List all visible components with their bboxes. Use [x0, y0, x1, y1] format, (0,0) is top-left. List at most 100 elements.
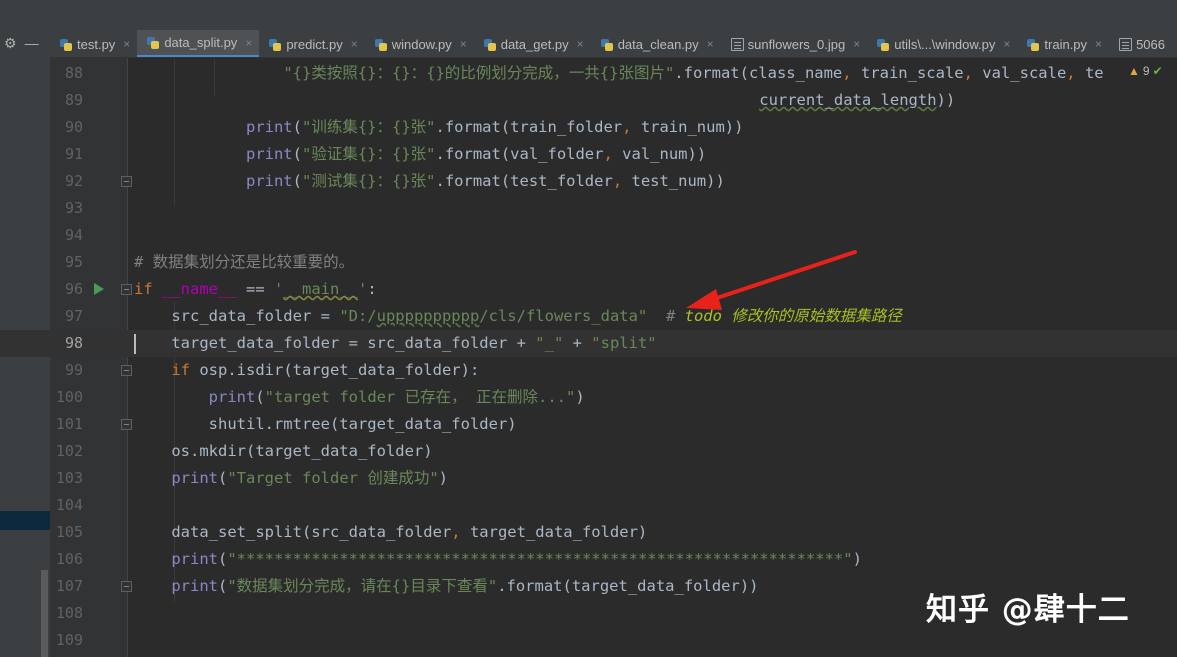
code-text[interactable]: if __name__ == '__main__':: [134, 276, 377, 303]
inspection-widget[interactable]: ▲ 9 ✔: [1128, 64, 1163, 78]
project-toolbar: ⚙ —: [0, 30, 50, 56]
code-text[interactable]: print("Target folder 创建成功"): [134, 465, 448, 492]
gear-icon[interactable]: ⚙: [4, 35, 17, 52]
code-line-100[interactable]: 100 print("target folder 已存在， 正在删除..."): [0, 384, 1177, 411]
line-number: 102: [55, 442, 83, 460]
code-text[interactable]: current_data_length)): [134, 87, 955, 114]
tab-5066[interactable]: 5066: [1109, 30, 1172, 57]
line-number: 93: [64, 199, 83, 217]
tab-label: test.py: [77, 36, 116, 52]
tab-data-clean-py[interactable]: data_clean.py ×: [591, 30, 721, 57]
code-line-96[interactable]: 96 if __name__ == '__main__':: [0, 276, 1177, 303]
python-file-icon: [600, 38, 614, 51]
close-icon[interactable]: ×: [1095, 37, 1102, 51]
code-text[interactable]: data_set_split(src_data_folder, target_d…: [134, 519, 647, 546]
code-line-90[interactable]: 90 print("训练集{}：{}张".format(train_folder…: [0, 114, 1177, 141]
line-number: 94: [64, 226, 83, 244]
line-number: 99: [64, 361, 83, 379]
line-number: 101: [55, 415, 83, 433]
code-text[interactable]: shutil.rmtree(target_data_folder): [134, 411, 517, 438]
close-icon[interactable]: ×: [853, 37, 860, 51]
tab-utils-window-py[interactable]: utils\...\window.py ×: [867, 30, 1017, 57]
code-text[interactable]: print("验证集{}：{}张".format(val_folder, val…: [134, 141, 706, 168]
code-text[interactable]: print("数据集划分完成，请在{}目录下查看".format(target_…: [134, 573, 758, 600]
code-text[interactable]: if osp.isdir(target_data_folder):: [134, 357, 479, 384]
code-line-91[interactable]: 91 print("验证集{}：{}张".format(val_folder, …: [0, 141, 1177, 168]
code-text[interactable]: # 数据集划分还是比较重要的。: [134, 249, 354, 276]
line-number: 103: [55, 469, 83, 487]
code-line-97[interactable]: 97 src_data_folder = "D:/upppppppppp/cls…: [0, 303, 1177, 330]
code-line-102[interactable]: 102 os.mkdir(target_data_folder): [0, 438, 1177, 465]
code-line-109[interactable]: 109: [0, 627, 1177, 654]
fold-marker-icon[interactable]: [121, 581, 132, 592]
code-line-104[interactable]: 104: [0, 492, 1177, 519]
image-file-icon: [730, 37, 744, 51]
code-text[interactable]: print("*********************************…: [134, 546, 862, 573]
tab-predict-py[interactable]: predict.py ×: [259, 30, 364, 57]
editor-tab-bar: test.py × data_split.py × predict.py × window.…: [50, 30, 1177, 58]
code-line-94[interactable]: 94: [0, 222, 1177, 249]
code-line-89[interactable]: 89 current_data_length)): [0, 87, 1177, 114]
line-number: 92: [64, 172, 83, 190]
tab-sunflowers-0-jpg[interactable]: sunflowers_0.jpg ×: [721, 30, 868, 57]
tab-label: train.py: [1044, 36, 1088, 52]
line-number: 97: [64, 307, 83, 325]
tab-label: utils\...\window.py: [894, 36, 996, 52]
tab-label: predict.py: [286, 36, 343, 52]
code-text[interactable]: src_data_folder = "D:/upppppppppp/cls/fl…: [134, 303, 901, 330]
line-number: 107: [55, 577, 83, 595]
tab-label: 5066: [1136, 36, 1165, 52]
fold-marker-icon[interactable]: [121, 365, 132, 376]
tab-test-py[interactable]: test.py ×: [50, 30, 137, 57]
line-number: 91: [64, 145, 83, 163]
tab-label: data_split.py: [164, 35, 238, 50]
code-line-101[interactable]: 101 shutil.rmtree(target_data_folder): [0, 411, 1177, 438]
code-line-92[interactable]: 92 print("测试集{}：{}张".format(test_folder,…: [0, 168, 1177, 195]
fold-marker-icon[interactable]: [121, 284, 132, 295]
code-line-105[interactable]: 105 data_set_split(src_data_folder, targ…: [0, 519, 1177, 546]
code-text[interactable]: target_data_folder = src_data_folder + "…: [134, 330, 656, 357]
tab-label: data_clean.py: [617, 36, 699, 52]
code-text[interactable]: print("训练集{}：{}张".format(train_folder, t…: [134, 114, 743, 141]
close-icon[interactable]: ×: [460, 37, 467, 51]
watermark: 知乎 @肆十二: [926, 592, 1130, 628]
code-line-88[interactable]: 88 "{}类按照{}：{}：{}的比例划分完成，一共{}张图片".format…: [0, 60, 1177, 87]
line-number: 98: [64, 334, 83, 352]
line-number: 88: [64, 64, 83, 82]
line-number: 90: [64, 118, 83, 136]
code-line-106[interactable]: 106 print("*****************************…: [0, 546, 1177, 573]
close-icon[interactable]: ×: [351, 37, 358, 51]
text-caret: [134, 334, 136, 354]
line-number: 104: [55, 496, 83, 514]
python-file-icon: [877, 38, 890, 51]
tab-label: sunflowers_0.jpg: [747, 36, 846, 52]
close-icon[interactable]: ×: [707, 37, 714, 51]
code-line-93[interactable]: 93: [0, 195, 1177, 222]
close-icon[interactable]: ×: [1003, 37, 1010, 51]
close-icon[interactable]: ×: [245, 36, 252, 50]
code-text[interactable]: "{}类按照{}：{}：{}的比例划分完成，一共{}张图片".format(cl…: [134, 60, 1103, 87]
minimize-icon[interactable]: —: [25, 35, 39, 51]
line-number: 108: [55, 604, 83, 622]
fold-marker-icon[interactable]: [121, 176, 132, 187]
python-file-icon: [1027, 38, 1040, 51]
code-line-98[interactable]: 98 target_data_folder = src_data_folder …: [0, 330, 1177, 357]
code-text[interactable]: os.mkdir(target_data_folder): [134, 438, 432, 465]
code-text[interactable]: print("target folder 已存在， 正在删除..."): [134, 384, 585, 411]
tab-data-get-py[interactable]: data_get.py ×: [474, 30, 591, 57]
line-number: 95: [64, 253, 83, 271]
code-line-95[interactable]: 95 # 数据集划分还是比较重要的。: [0, 249, 1177, 276]
code-text[interactable]: print("测试集{}：{}张".format(test_folder, te…: [134, 168, 725, 195]
close-icon[interactable]: ×: [123, 37, 130, 51]
run-icon[interactable]: [94, 283, 104, 295]
close-icon[interactable]: ×: [577, 37, 584, 51]
python-file-icon: [483, 38, 497, 51]
python-file-icon: [60, 38, 73, 51]
fold-marker-icon[interactable]: [121, 419, 132, 430]
code-line-103[interactable]: 103 print("Target folder 创建成功"): [0, 465, 1177, 492]
tab-train-py[interactable]: train.py ×: [1017, 30, 1109, 57]
tab-data-split-py[interactable]: data_split.py ×: [137, 30, 260, 57]
tab-window-py[interactable]: window.py ×: [365, 30, 474, 57]
line-number: 106: [55, 550, 83, 568]
code-line-99[interactable]: 99 if osp.isdir(target_data_folder):: [0, 357, 1177, 384]
